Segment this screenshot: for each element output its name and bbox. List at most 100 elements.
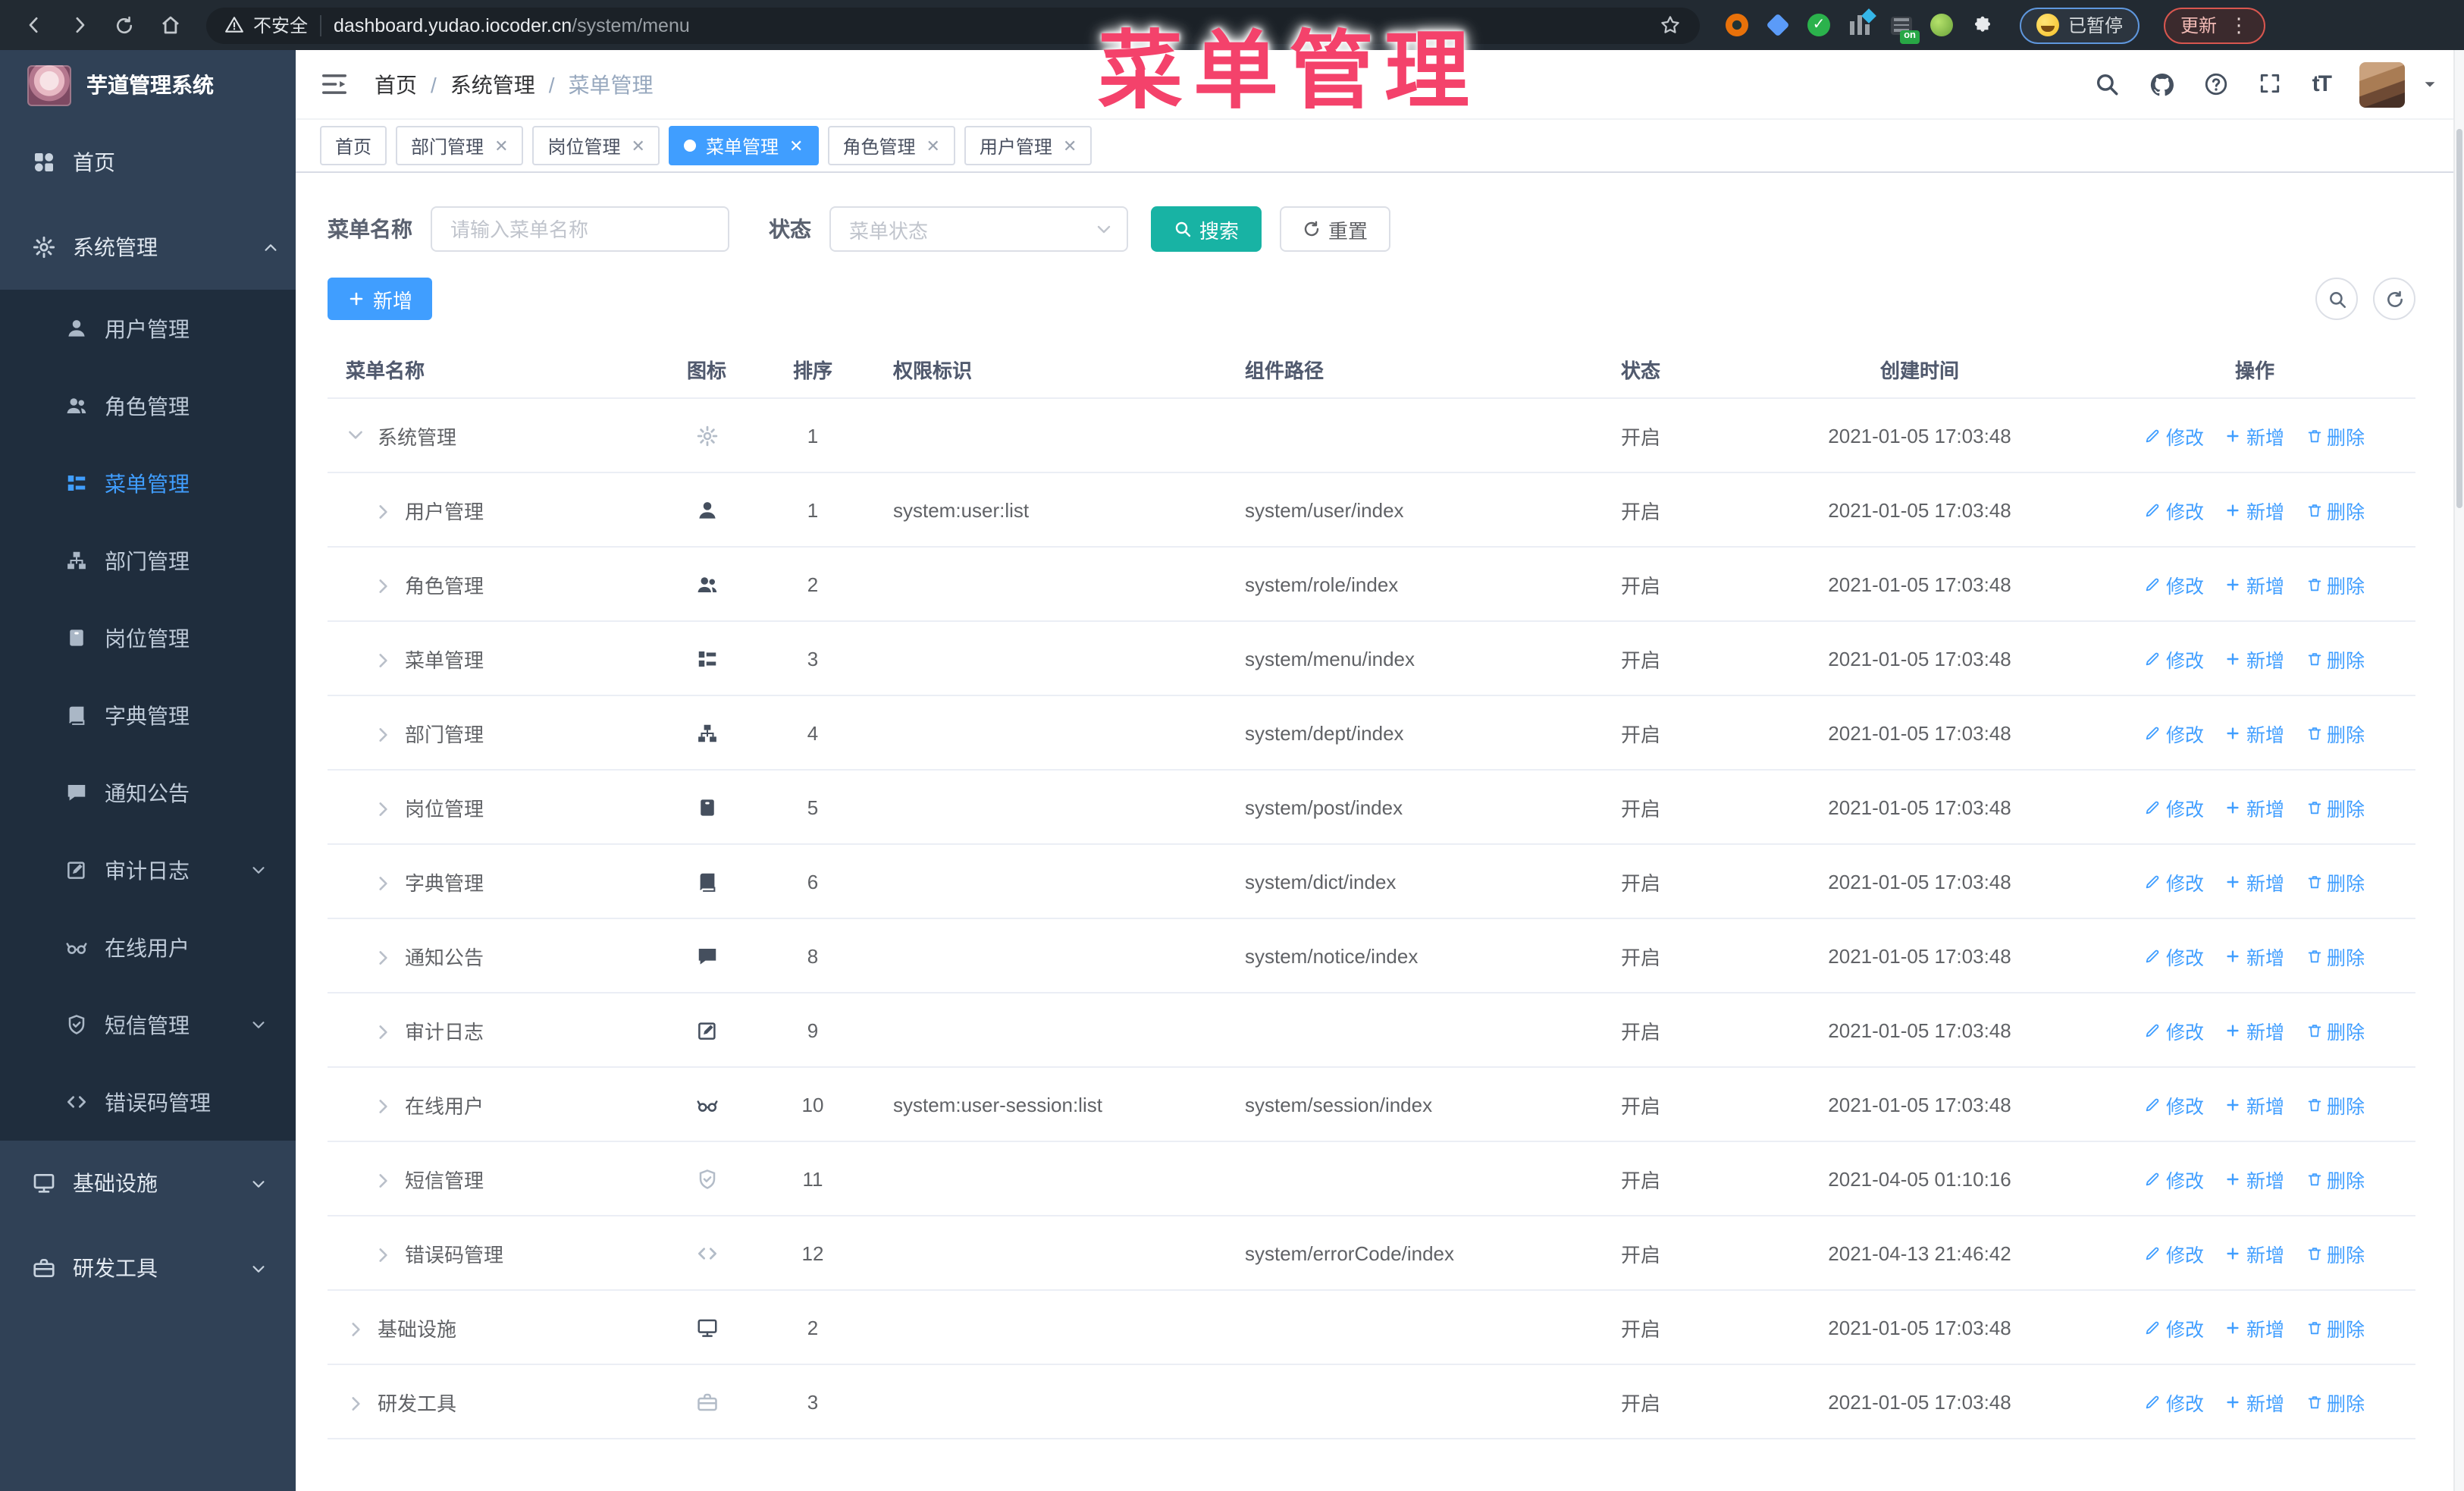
add-button[interactable]: 新增	[328, 278, 433, 320]
browser-update-button[interactable]: 更新 ⋮	[2164, 7, 2266, 43]
page-scrollbar[interactable]	[2453, 50, 2464, 1491]
tab-角色管理[interactable]: 角色管理 ✕	[827, 126, 955, 165]
sidebar-item-菜单管理[interactable]: 菜单管理	[0, 444, 296, 522]
action-删除-link[interactable]: 删除	[2306, 495, 2365, 524]
bookmark-star-icon[interactable]	[1659, 14, 1682, 36]
expand-row-icon[interactable]	[373, 870, 396, 893]
action-删除-link[interactable]: 删除	[2306, 1238, 2365, 1267]
action-修改-link[interactable]: 修改	[2145, 1090, 2204, 1119]
avatar-caret-down-icon[interactable]	[2422, 75, 2440, 93]
action-修改-link[interactable]: 修改	[2145, 1387, 2204, 1416]
sidebar-item-角色管理[interactable]: 角色管理	[0, 367, 296, 444]
action-修改-link[interactable]: 修改	[2145, 793, 2204, 821]
tab-首页[interactable]: 首页	[320, 126, 387, 165]
action-新增-link[interactable]: 新增	[2225, 867, 2284, 896]
action-新增-link[interactable]: 新增	[2225, 1090, 2284, 1119]
expand-row-icon[interactable]	[373, 498, 396, 521]
expand-row-icon[interactable]	[373, 1093, 396, 1116]
browser-reload-icon[interactable]	[106, 7, 143, 43]
sidebar-item-系统管理[interactable]: 系统管理	[0, 205, 296, 290]
action-新增-link[interactable]: 新增	[2225, 1164, 2284, 1193]
extension-blue-gem-icon[interactable]	[1765, 12, 1791, 38]
sidebar-item-错误码管理[interactable]: 错误码管理	[0, 1063, 296, 1141]
sidebar-item-用户管理[interactable]: 用户管理	[0, 290, 296, 367]
action-修改-link[interactable]: 修改	[2145, 941, 2204, 970]
sidebar-item-审计日志[interactable]: 审计日志	[0, 831, 296, 909]
browser-menu-kebab-icon[interactable]: ⋮	[2229, 13, 2249, 37]
action-修改-link[interactable]: 修改	[2145, 867, 2204, 896]
toggle-search-button[interactable]	[2315, 278, 2358, 320]
close-tab-icon[interactable]: ✕	[632, 136, 645, 155]
extension-puzzle-icon[interactable]	[1970, 12, 1995, 38]
close-tab-icon[interactable]: ✕	[926, 136, 939, 155]
browser-home-icon[interactable]	[152, 7, 188, 43]
action-新增-link[interactable]: 新增	[2225, 1387, 2284, 1416]
action-新增-link[interactable]: 新增	[2225, 941, 2284, 970]
extension-green-check-icon[interactable]: ✓	[1806, 12, 1832, 38]
action-新增-link[interactable]: 新增	[2225, 570, 2284, 598]
action-修改-link[interactable]: 修改	[2145, 718, 2204, 747]
action-删除-link[interactable]: 删除	[2306, 1015, 2365, 1044]
sidebar-item-首页[interactable]: 首页	[0, 120, 296, 205]
browser-forward-icon[interactable]	[61, 7, 97, 43]
address-bar[interactable]: 不安全 dashboard.yudao.iocoder.cn/system/me…	[206, 7, 1700, 43]
search-icon[interactable]	[2094, 71, 2120, 97]
action-修改-link[interactable]: 修改	[2145, 644, 2204, 673]
action-删除-link[interactable]: 删除	[2306, 941, 2365, 970]
fullscreen-icon[interactable]	[2258, 71, 2284, 97]
action-修改-link[interactable]: 修改	[2145, 570, 2204, 598]
action-修改-link[interactable]: 修改	[2145, 1015, 2204, 1044]
tab-部门管理[interactable]: 部门管理 ✕	[396, 126, 524, 165]
expand-row-icon[interactable]	[373, 796, 396, 818]
menu-name-input[interactable]	[431, 206, 729, 252]
action-新增-link[interactable]: 新增	[2225, 644, 2284, 673]
font-size-icon[interactable]: tT	[2312, 71, 2332, 97]
profile-paused-pill[interactable]: 已暂停	[2020, 7, 2140, 43]
collapse-row-icon[interactable]	[346, 424, 368, 447]
tab-菜单管理[interactable]: 菜单管理 ✕	[669, 126, 819, 165]
sidebar-item-基础设施[interactable]: 基础设施	[0, 1141, 296, 1226]
help-icon[interactable]	[2203, 71, 2229, 97]
sidebar-item-字典管理[interactable]: 字典管理	[0, 676, 296, 754]
breadcrumb-item-首页[interactable]: 首页	[375, 69, 417, 99]
expand-row-icon[interactable]	[346, 1390, 368, 1413]
close-tab-icon[interactable]: ✕	[494, 136, 508, 155]
action-新增-link[interactable]: 新增	[2225, 793, 2284, 821]
action-删除-link[interactable]: 删除	[2306, 1164, 2365, 1193]
search-button[interactable]: 搜索	[1151, 206, 1262, 252]
refresh-table-button[interactable]	[2373, 278, 2415, 320]
action-删除-link[interactable]: 删除	[2306, 867, 2365, 896]
scrollbar-thumb[interactable]	[2456, 129, 2462, 508]
action-新增-link[interactable]: 新增	[2225, 495, 2284, 524]
sidebar-item-短信管理[interactable]: 短信管理	[0, 986, 296, 1063]
action-修改-link[interactable]: 修改	[2145, 421, 2204, 450]
expand-row-icon[interactable]	[373, 944, 396, 967]
action-修改-link[interactable]: 修改	[2145, 1313, 2204, 1342]
action-删除-link[interactable]: 删除	[2306, 421, 2365, 450]
action-新增-link[interactable]: 新增	[2225, 718, 2284, 747]
action-修改-link[interactable]: 修改	[2145, 495, 2204, 524]
github-icon[interactable]	[2149, 71, 2174, 97]
action-新增-link[interactable]: 新增	[2225, 421, 2284, 450]
action-新增-link[interactable]: 新增	[2225, 1238, 2284, 1267]
expand-row-icon[interactable]	[373, 1167, 396, 1190]
expand-row-icon[interactable]	[373, 1019, 396, 1041]
breadcrumb-item-系统管理[interactable]: 系统管理	[450, 69, 535, 99]
action-删除-link[interactable]: 删除	[2306, 1313, 2365, 1342]
extension-orange-ring-icon[interactable]	[1724, 12, 1750, 38]
action-删除-link[interactable]: 删除	[2306, 1387, 2365, 1416]
close-tab-icon[interactable]: ✕	[1063, 136, 1077, 155]
sidebar-item-研发工具[interactable]: 研发工具	[0, 1226, 296, 1311]
action-删除-link[interactable]: 删除	[2306, 1090, 2365, 1119]
collapse-sidebar-icon[interactable]	[320, 70, 349, 99]
extension-green-leaf-icon[interactable]	[1929, 12, 1955, 38]
app-logo-row[interactable]: 芋道管理系统	[0, 50, 296, 120]
sidebar-item-在线用户[interactable]: 在线用户	[0, 909, 296, 986]
expand-row-icon[interactable]	[346, 1316, 368, 1339]
action-删除-link[interactable]: 删除	[2306, 793, 2365, 821]
action-新增-link[interactable]: 新增	[2225, 1015, 2284, 1044]
sidebar-item-通知公告[interactable]: 通知公告	[0, 754, 296, 831]
extensions-puzzle-icon[interactable]	[1971, 14, 1994, 36]
action-修改-link[interactable]: 修改	[2145, 1238, 2204, 1267]
user-avatar[interactable]	[2359, 61, 2405, 107]
